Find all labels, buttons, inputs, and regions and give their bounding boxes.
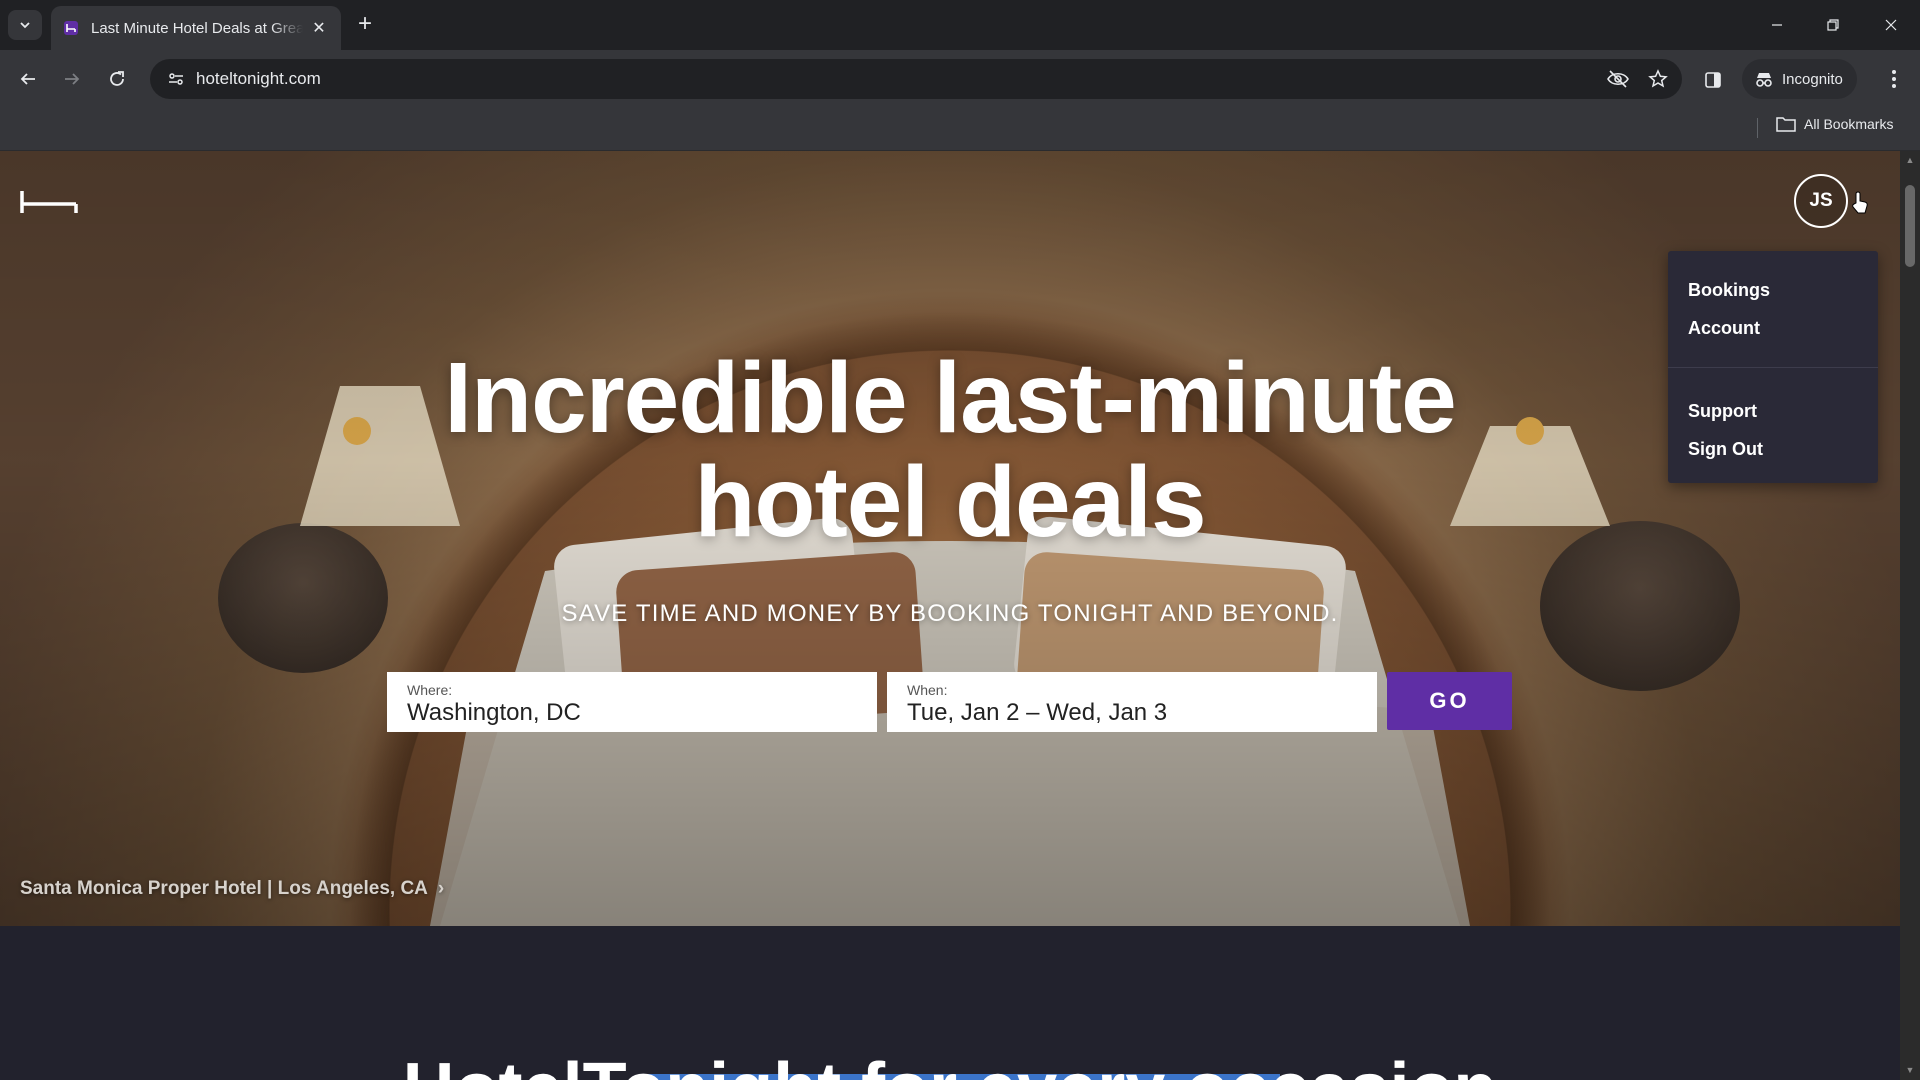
- scroll-down-arrow-icon[interactable]: ▼: [1904, 1064, 1916, 1076]
- hero-headline-line-1: Incredible last-minute: [444, 342, 1457, 454]
- occasions-title: HotelTonight for every occasion: [0, 1049, 1900, 1080]
- restore-icon[interactable]: [1810, 10, 1856, 40]
- close-window-icon[interactable]: [1868, 10, 1914, 40]
- when-field[interactable]: When: Tue, Jan 2 – Wed, Jan 3: [887, 672, 1377, 732]
- go-search-button[interactable]: GO: [1387, 672, 1512, 730]
- page-viewport: JS Bookings Account Support Sign Out Inc…: [0, 151, 1900, 1080]
- where-label: Where:: [407, 682, 453, 698]
- incognito-indicator[interactable]: Incognito: [1742, 59, 1857, 99]
- when-label: When:: [907, 682, 948, 698]
- folder-icon: [1776, 117, 1796, 132]
- minimize-icon[interactable]: [1754, 10, 1800, 40]
- side-panel-icon[interactable]: [1696, 63, 1730, 97]
- when-value[interactable]: Tue, Jan 2 – Wed, Jan 3: [907, 698, 1357, 728]
- site-settings-icon[interactable]: [156, 59, 196, 99]
- occasions-title-clip: HotelTonight for every occasion: [0, 1049, 1900, 1080]
- forward-arrow-icon[interactable]: [54, 61, 90, 97]
- eye-off-icon[interactable]: [1602, 63, 1634, 95]
- mouse-cursor-icon: [1850, 191, 1870, 217]
- menu-item-account[interactable]: Account: [1668, 309, 1878, 347]
- bookmarks-divider: [1757, 118, 1758, 138]
- browser-tab-strip: Last Minute Hotel Deals at Great Prices …: [0, 0, 1920, 50]
- bookmark-star-icon[interactable]: [1642, 63, 1674, 95]
- more-menu-icon[interactable]: [1878, 63, 1910, 95]
- new-tab-button[interactable]: +: [352, 12, 378, 38]
- user-avatar-button[interactable]: JS: [1794, 174, 1848, 228]
- incognito-label: Incognito: [1782, 70, 1843, 88]
- scroll-up-arrow-icon[interactable]: ▲: [1904, 154, 1916, 166]
- browser-toolbar: hoteltonight.com Incognito: [0, 50, 1920, 108]
- hero-headline: Incredible last-minute hotel deals: [0, 346, 1900, 554]
- scrollbar-thumb[interactable]: [1905, 185, 1915, 267]
- menu-item-bookings[interactable]: Bookings: [1668, 271, 1878, 309]
- hoteltonight-logo[interactable]: [20, 189, 78, 215]
- tab-search-button[interactable]: [8, 10, 42, 40]
- where-field[interactable]: Where: Washington, DC: [387, 672, 877, 732]
- incognito-icon: [1756, 73, 1772, 87]
- hero-headline-line-2: hotel deals: [694, 446, 1206, 558]
- page-scrollbar[interactable]: ▲ ▼: [1900, 151, 1920, 1080]
- tab-close-icon[interactable]: ✕: [309, 18, 329, 38]
- chevron-right-icon: ›: [437, 878, 445, 899]
- chevron-down-icon: [20, 22, 30, 29]
- hero-subheadline: SAVE TIME AND MONEY BY BOOKING TONIGHT A…: [561, 600, 1339, 627]
- where-value[interactable]: Washington, DC: [407, 698, 857, 728]
- bookmarks-bar: All Bookmarks: [0, 108, 1920, 151]
- url-text[interactable]: hoteltonight.com: [196, 69, 321, 89]
- hotel-credit-link[interactable]: Santa Monica Proper Hotel | Los Angeles,…: [20, 878, 444, 900]
- back-arrow-icon[interactable]: [10, 61, 46, 97]
- address-bar[interactable]: hoteltonight.com: [150, 59, 1682, 99]
- hero-section: JS Bookings Account Support Sign Out Inc…: [0, 151, 1900, 926]
- reload-icon[interactable]: [99, 61, 135, 97]
- all-bookmarks-label: All Bookmarks: [1804, 116, 1894, 132]
- hoteltonight-favicon-icon: [63, 20, 79, 36]
- browser-tab-active[interactable]: Last Minute Hotel Deals at Great Prices …: [51, 6, 341, 50]
- tab-title: Last Minute Hotel Deals at Great Prices: [91, 19, 303, 37]
- hotel-credit-text: Santa Monica Proper Hotel | Los Angeles,…: [20, 878, 428, 899]
- all-bookmarks-button[interactable]: All Bookmarks: [1776, 116, 1893, 132]
